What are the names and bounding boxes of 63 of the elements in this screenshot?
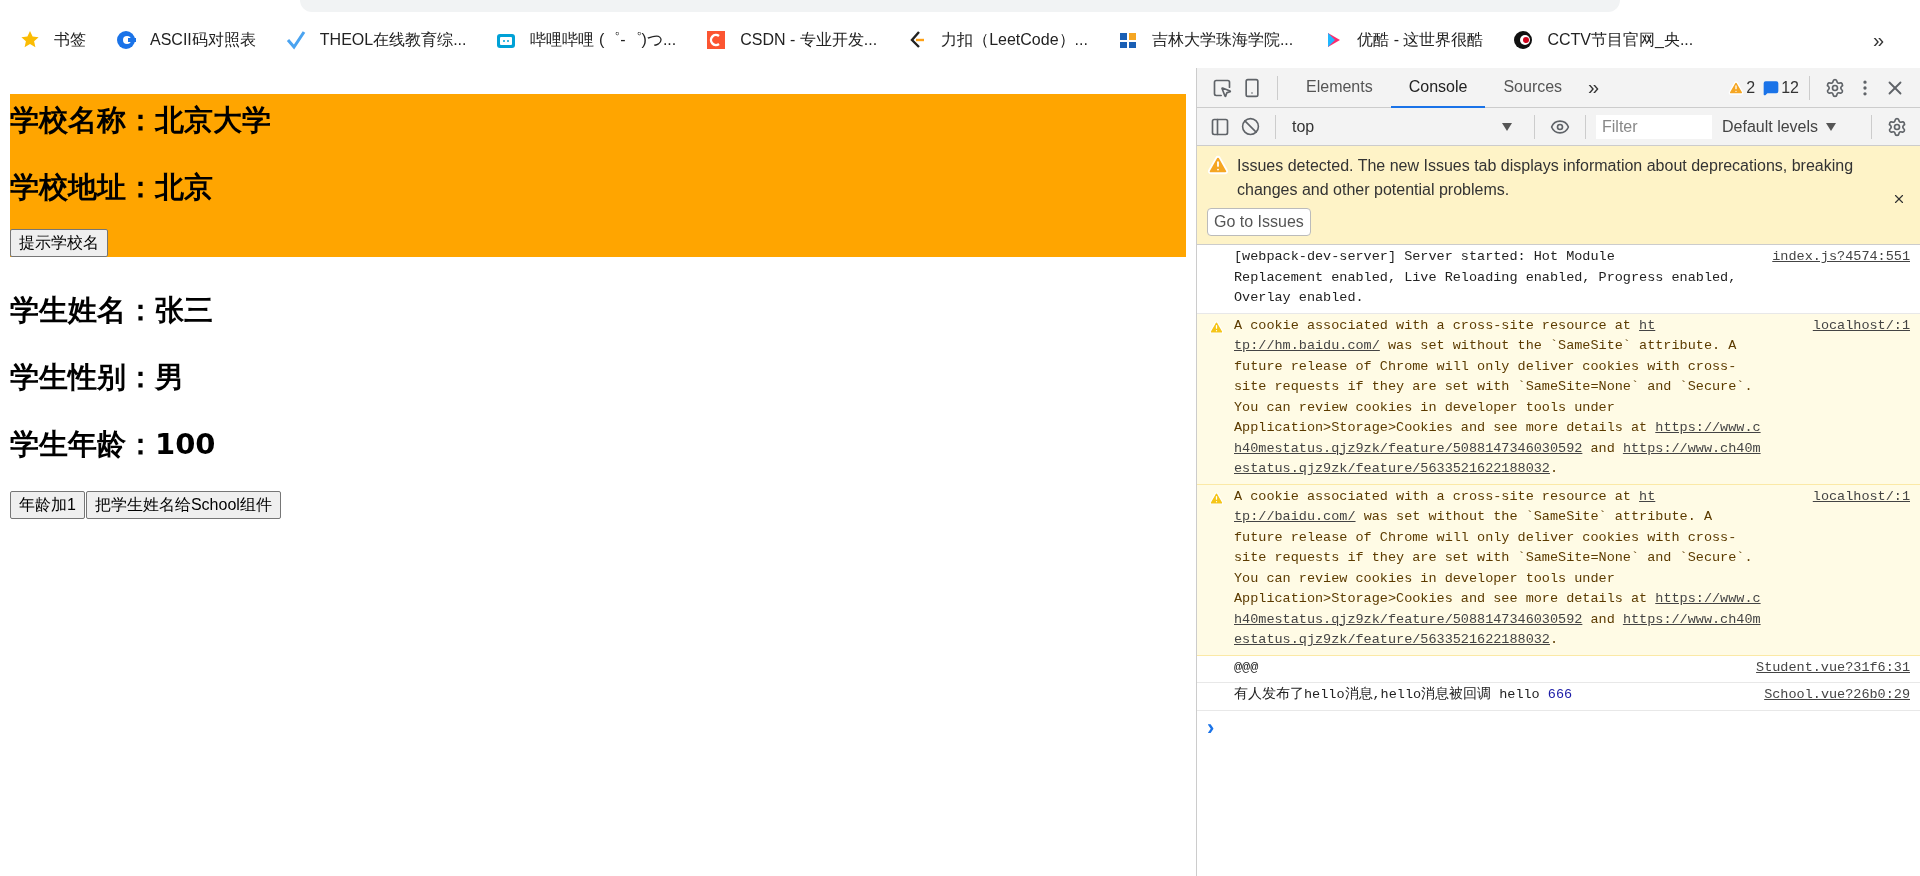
- warning-count[interactable]: 2: [1728, 78, 1756, 97]
- show-school-name-button[interactable]: 提示学校名: [10, 229, 108, 257]
- bookmark[interactable]: 优酷 - 这世界很酷: [1323, 29, 1484, 51]
- warning-icon: [1207, 154, 1229, 176]
- source-link[interactable]: Student.vue?31f6:31: [1756, 657, 1910, 678]
- link[interactable]: estatus.qjz9zk/feature/5633521622188032: [1234, 632, 1550, 647]
- message-text: @@@: [1234, 658, 1259, 677]
- link[interactable]: tp://hm.baidu.com/: [1234, 338, 1380, 353]
- message-icon: [1763, 79, 1780, 96]
- source-link[interactable]: localhost/:1: [1812, 486, 1910, 507]
- school-heading: 学校名称：北京大学: [10, 102, 272, 139]
- bookmark[interactable]: THEOL在线教育综...: [285, 29, 467, 51]
- message-text: 有人发布了hello消息,hello消息被回调 hello 666: [1234, 685, 1573, 704]
- link[interactable]: https://www.ch40m: [1622, 440, 1761, 456]
- student-button[interactable]: 年龄加1: [10, 491, 85, 519]
- bookmark[interactable]: 书签: [20, 29, 86, 51]
- message-text: A cookie associated with a cross-site resource at ht tp://baidu.com/ was set without the `SameSite` attribute. A future release of Chrome will only deliver cookies with cross- site requests if they are set with `SameSite=None` and `Secure`. You can review cookies in developer tools under Application>Storage>Cookies and see more details at https://www.c h40mestatus.qjz9zk/feature/5088147346030592 and https://www.ch40m estatus.qjz9zk/feature/5633521622188032.: [1234, 487, 1761, 649]
- go-to-issues-button[interactable]: Go to Issues: [1207, 208, 1311, 236]
- student-heading: 学生性别：男: [10, 359, 185, 396]
- student-button[interactable]: 把学生姓名给School组件: [85, 491, 281, 519]
- link[interactable]: estatus.qjz9zk/feature/5633521622188032: [1234, 461, 1550, 476]
- link[interactable]: h40mestatus.qjz9zk/feature/5088147346030592: [1234, 611, 1583, 627]
- message-text: [webpack-dev-server] Server started: Hot Module Replacement enabled, Live Reloading enabled, Progress enabled, Overlay enabled.: [1234, 248, 1737, 307]
- swirl-logo-icon: [1513, 30, 1534, 50]
- school-heading: 学校地址：北京: [10, 169, 214, 206]
- link[interactable]: https://www.ch40m: [1622, 611, 1761, 627]
- warning-icon: [1728, 79, 1745, 96]
- bookmark[interactable]: 哔哩哔哩 (゜-゜)つ...: [496, 29, 677, 51]
- link[interactable]: https://www.c: [1655, 420, 1761, 435]
- link[interactable]: ht: [1639, 488, 1656, 504]
- bookmark[interactable]: 力扣（LeetCode）...: [907, 29, 1088, 51]
- link[interactable]: tp://baidu.com/: [1234, 509, 1356, 524]
- bookmark[interactable]: CSDN - 专业开发...: [706, 29, 878, 51]
- link[interactable]: ht: [1639, 317, 1656, 333]
- more-bookmarks-button[interactable]: »: [1872, 28, 1904, 52]
- cube-logo-icon: [1117, 30, 1138, 50]
- source-link[interactable]: School.vue?26b0:29: [1764, 685, 1910, 706]
- source-link[interactable]: index.js?4574:551: [1772, 247, 1910, 268]
- link[interactable]: https://www.c: [1655, 591, 1761, 606]
- bookmark[interactable]: 吉林大学珠海学院...: [1117, 29, 1294, 51]
- student-heading: 学生年龄：100: [10, 426, 217, 463]
- close-icon[interactable]: [1892, 192, 1906, 206]
- warning-icon: [1209, 319, 1224, 335]
- filter-field[interactable]: Filter: [1596, 114, 1712, 139]
- message-text: A cookie associated with a cross-site resource at ht tp://hm.baidu.com/ was set without the `SameSite` attribute. A future release of Chrome will only deliver cookies with cross- site requests if they are set with `SameSite=None` and `Secure`. You can review cookies in developer tools under Application>Storage>Cookies and see more details at https://www.c h40mestatus.qjz9zk/feature/5088147346030592 and https://www.ch40m estatus.qjz9zk/feature/5633521622188032.: [1234, 316, 1761, 478]
- square-logo-icon: [706, 30, 727, 50]
- link[interactable]: h40mestatus.qjz9zk/feature/5088147346030592: [1234, 440, 1583, 456]
- context-select[interactable]: top: [1286, 117, 1524, 136]
- prompt-icon: ›: [1197, 710, 1920, 741]
- devtools-tab[interactable]: Sources: [1485, 67, 1581, 108]
- student-heading: 学生姓名：张三: [10, 292, 214, 329]
- issues-text: Issues detected. The new Issues tab displays information about deprecations, breaking changes and other potential problems.: [1237, 156, 1855, 200]
- levels-select[interactable]: Default levels: [1712, 117, 1847, 136]
- warning-icon: [1209, 490, 1224, 506]
- star-icon: [20, 30, 40, 50]
- devtools-tab[interactable]: Elements: [1288, 67, 1391, 108]
- more-tabs-button[interactable]: »: [1580, 76, 1608, 99]
- bookmark[interactable]: ASCII码对照表: [116, 29, 256, 51]
- message-count[interactable]: 12: [1763, 78, 1799, 97]
- ring-logo-icon: [116, 30, 136, 50]
- check-logo-icon: [285, 30, 306, 50]
- source-link[interactable]: localhost/:1: [1812, 315, 1910, 336]
- bookmark[interactable]: CCTV节目官网_央...: [1513, 29, 1694, 51]
